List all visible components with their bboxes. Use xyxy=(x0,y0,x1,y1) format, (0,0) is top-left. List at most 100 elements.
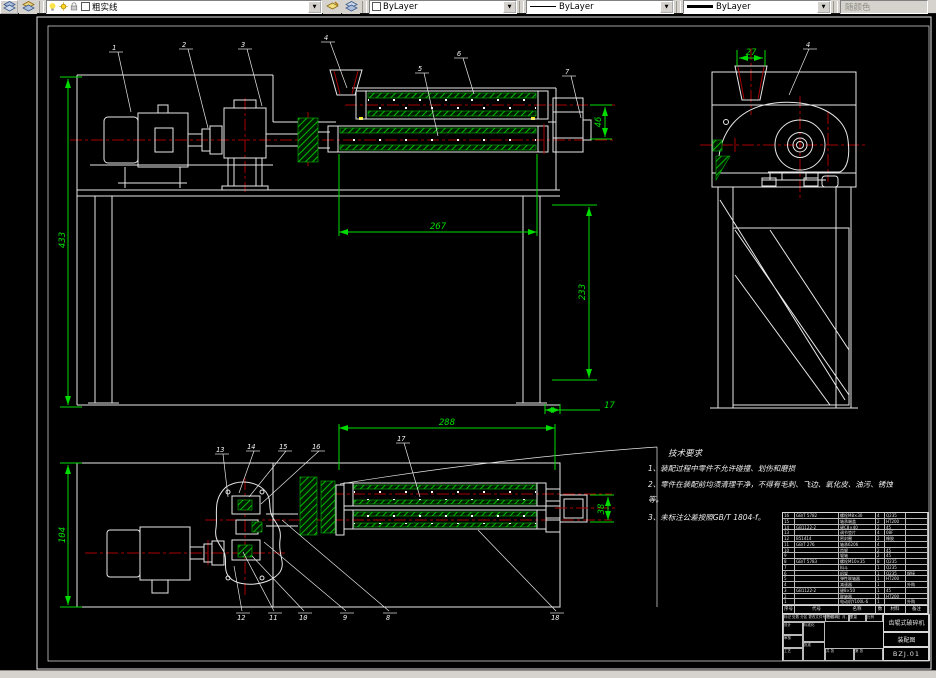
linetype-control-combo[interactable]: ByLayer ▼ xyxy=(526,0,674,14)
layer-color-chip xyxy=(81,2,90,11)
tech-req-title: 技术要求 xyxy=(668,448,704,459)
svg-text:2: 2 xyxy=(182,41,186,49)
svg-text:15: 15 xyxy=(279,443,287,451)
title-block: 16 GB/T 5782 螺栓M8×30 4 Q235 15 轴承端盖 2 HT200 14 GB1… xyxy=(782,512,930,661)
balloon: 2 xyxy=(179,41,209,129)
scale-cell: 比例 xyxy=(866,614,883,622)
stand-chute-side xyxy=(710,187,858,409)
linetype-combo-arrow[interactable]: ▼ xyxy=(660,0,673,13)
standard-cell: 标准化 xyxy=(803,622,825,642)
lineweight-value: ByLayer xyxy=(716,1,751,12)
dim-foot-offset: 17 xyxy=(604,401,615,411)
gearbox-plan xyxy=(215,481,298,585)
layer-combo-arrow[interactable]: ▼ xyxy=(308,0,321,13)
lineweight-combo-arrow[interactable]: ▼ xyxy=(817,0,830,13)
balloon: 12 xyxy=(233,565,250,622)
plot-style-value: 随颜色 xyxy=(845,2,871,13)
svg-text:4: 4 xyxy=(324,34,328,42)
layer-previous-icon[interactable] xyxy=(342,0,360,14)
svg-text:9: 9 xyxy=(343,614,347,622)
balloon: 7 xyxy=(562,68,582,119)
dim-frame-lower-height: 233 xyxy=(578,284,588,300)
motor-front xyxy=(103,104,203,188)
balloon: 3 xyxy=(238,41,263,107)
drive-hatch-plan xyxy=(320,480,336,534)
balloon: 4 xyxy=(321,34,348,89)
toolbar-separator xyxy=(833,0,838,13)
svg-text:14: 14 xyxy=(247,443,255,451)
svg-text:8: 8 xyxy=(386,614,390,622)
svg-text:11: 11 xyxy=(269,614,277,622)
balloon: 13 xyxy=(215,446,229,498)
dim-hopper-width: 27 xyxy=(746,48,757,58)
motor-plan xyxy=(106,526,225,594)
approve-cell: 批准 xyxy=(803,641,825,661)
lineweight-control-combo[interactable]: ByLayer ▼ xyxy=(683,0,831,14)
balloon: 14 xyxy=(238,443,260,494)
balloon: 6 xyxy=(454,50,475,95)
drive-hatch-plan xyxy=(299,476,318,536)
svg-text:18: 18 xyxy=(551,614,559,622)
layer-combo[interactable]: 粗实线 ▼ xyxy=(46,0,322,14)
design-cell: 设计 xyxy=(783,622,803,635)
dim-roller-gap: 46 xyxy=(594,117,604,128)
tech-req-line: 1、装配过程中零件不允许碰撞、划伤和磨损 xyxy=(648,464,796,473)
bearing-pedestal-front xyxy=(221,99,298,191)
plot-style-combo: 随颜色 xyxy=(840,0,928,14)
dim-front-height: 433 xyxy=(58,232,68,248)
svg-text:4: 4 xyxy=(806,41,810,49)
toolbar: 粗实线 ▼ ByLayer ▼ ByLayer ▼ ByLayer ▼ 随颜色 xyxy=(0,0,936,14)
balloon: 18 xyxy=(477,529,564,622)
dim-roller-length: 267 xyxy=(430,222,447,232)
upper-roller-front xyxy=(355,90,549,120)
linetype-value: ByLayer xyxy=(559,1,594,12)
check-cell: 审核 xyxy=(783,635,803,648)
make-object-layer-current-icon[interactable] xyxy=(323,0,341,14)
cad-application: { "toolbar": { "layer_name": "粗实线", "col… xyxy=(0,0,936,678)
toolbar-separator xyxy=(519,0,524,13)
dim-plan-height: 104 xyxy=(58,527,68,543)
balloon: 11 xyxy=(242,551,282,622)
page-cell: 第 张 xyxy=(854,648,883,661)
svg-text:16: 16 xyxy=(312,443,320,451)
title-block-bottom: 标记 处数 分区 更改文件号 签名 年、月、日 设计 审核 工艺 标准化 批准 … xyxy=(783,614,930,661)
tech-req-line: 3、未标注公差按照GB/T 1804-f。 xyxy=(648,513,765,522)
drawing-number-cell: BZJ.01 xyxy=(883,647,930,661)
layer-properties-icon[interactable] xyxy=(0,0,18,14)
front-view xyxy=(70,69,615,406)
svg-text:3: 3 xyxy=(240,41,245,49)
lineweight-sample xyxy=(687,5,713,8)
dim-outlet-width: 38 xyxy=(597,504,607,516)
lower-roller-plan xyxy=(343,509,547,530)
layer-on-bulb-icon xyxy=(49,3,56,11)
svg-text:10: 10 xyxy=(299,614,307,622)
toolbar-separator xyxy=(676,0,681,13)
dim-plan-length: 288 xyxy=(439,418,455,428)
mass-cell: 质量 xyxy=(849,614,866,622)
color-combo-arrow[interactable]: ▼ xyxy=(503,0,516,13)
tech-req-line: 等。 xyxy=(648,495,663,504)
layer-states-icon[interactable] xyxy=(19,0,37,14)
linetype-sample xyxy=(530,6,556,7)
balloon: 1 xyxy=(109,44,132,113)
layer-lock-icon xyxy=(70,2,78,11)
svg-text:6: 6 xyxy=(457,50,461,58)
svg-text:5: 5 xyxy=(418,65,422,73)
process-cell: 工艺 xyxy=(783,648,803,661)
svg-text:7: 7 xyxy=(565,68,570,76)
upper-roller-plan xyxy=(343,482,547,507)
svg-text:12: 12 xyxy=(237,614,245,622)
tech-req-line: 2、零件在装配前均须清理干净，不得有毛刺、飞边、氧化皮、油污、锈蚀 xyxy=(648,480,893,489)
color-value: ByLayer xyxy=(383,1,418,12)
layer-name: 粗实线 xyxy=(92,2,118,13)
svg-text:13: 13 xyxy=(216,446,224,454)
doc-type-cell: 装配图 xyxy=(883,632,930,647)
plan-view xyxy=(76,446,658,608)
command-line-strip[interactable] xyxy=(0,670,936,678)
svg-text:17: 17 xyxy=(397,435,406,443)
color-control-combo[interactable]: ByLayer ▼ xyxy=(369,0,517,14)
toolbar-separator xyxy=(362,0,367,13)
stage-cell: 阶段标记 xyxy=(825,614,849,622)
color-swatch xyxy=(372,2,381,11)
coupling-hatch-front xyxy=(297,117,319,163)
